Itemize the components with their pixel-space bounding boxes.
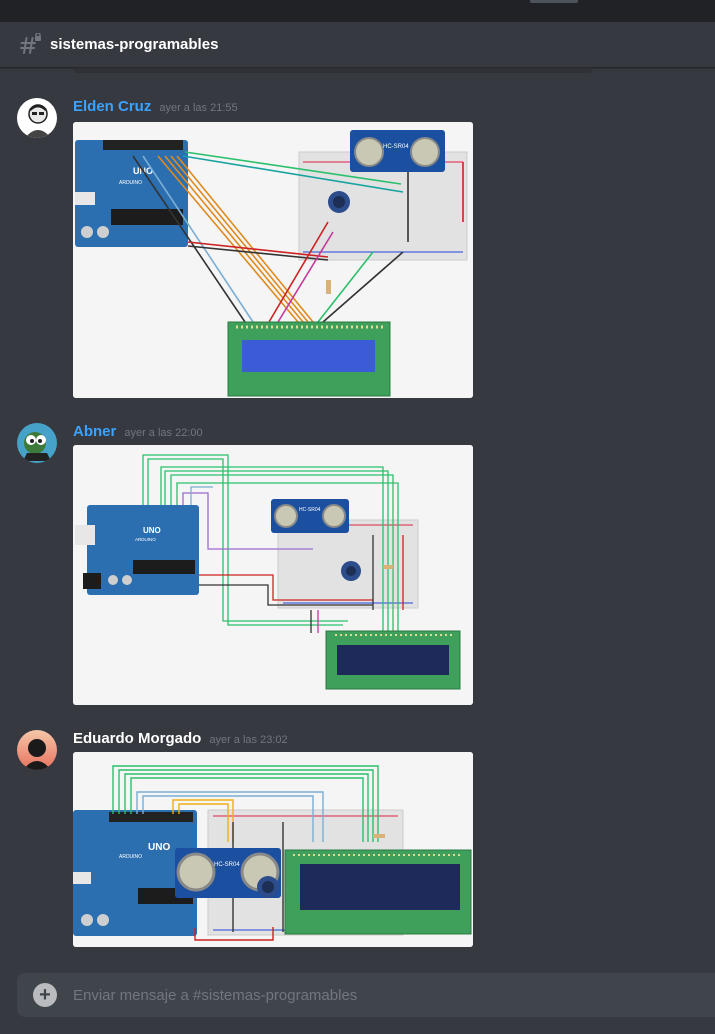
board-brand-label: ARDUINO [135,537,156,542]
lcd-display [227,321,391,397]
sensor-label: HC-SR04 [383,144,409,150]
board-brand-label: ARDUINO [119,180,142,186]
titlebar-handle [530,0,578,3]
message-input[interactable] [73,986,715,1004]
timestamp[interactable]: ayer a las 21:55 [159,102,237,114]
circuit-image: UNO ARDUINO HC-SR04 [73,752,473,947]
channel-lock-hash-icon [20,32,41,54]
username[interactable]: Elden Cruz [73,98,151,115]
circuit-image: UNO ARDUINO HC-SR04 [73,122,473,398]
board-brand-label: ARDUINO [119,854,142,860]
channel-header: sistemas-programables [0,22,715,68]
avatar-image [17,730,57,770]
sensor-label: HC-SR04 [299,507,321,513]
plus-icon: + [39,984,51,1006]
message-2: Abner ayer a las 22:00 UNO ARDUINO HC-SR… [0,423,715,705]
board-model-label: UNO [148,842,170,853]
avatar[interactable] [17,730,57,770]
lcd-display [284,849,472,935]
timestamp[interactable]: ayer a las 23:02 [209,734,287,746]
username[interactable]: Abner [73,423,116,440]
message-meta: Eduardo Morgado ayer a las 23:02 [73,730,288,747]
message-composer: + [17,973,715,1017]
lcd-display [325,630,461,690]
arduino-board: UNO ARDUINO [75,505,199,595]
ultrasonic-sensor: HC-SR04 [271,499,349,533]
username[interactable]: Eduardo Morgado [73,730,201,747]
image-attachment[interactable]: UNO ARDUINO HC-SR04 [73,122,473,398]
timestamp[interactable]: ayer a las 22:00 [124,427,202,439]
ultrasonic-sensor: HC-SR04 [350,130,445,172]
message-1: Elden Cruz ayer a las 21:55 UNO ARDUINO [0,98,715,398]
image-attachment[interactable]: UNO ARDUINO HC-SR04 [73,752,473,947]
channel-name: sistemas-programables [50,36,219,53]
message-meta: Elden Cruz ayer a las 21:55 [73,98,238,115]
message-3: Eduardo Morgado ayer a las 23:02 UNO ARD… [0,730,715,947]
avatar[interactable] [17,423,57,463]
message-meta: Abner ayer a las 22:00 [73,423,203,440]
board-model-label: UNO [143,526,161,535]
circuit-image: UNO ARDUINO HC-SR04 [73,445,473,705]
add-attachment-button[interactable]: + [33,983,57,1007]
avatar-image [17,423,57,463]
previous-message-embed-edge [73,68,593,73]
window-titlebar [0,0,715,22]
avatar[interactable] [17,98,57,138]
sensor-label: HC-SR04 [214,862,240,868]
image-attachment[interactable]: UNO ARDUINO HC-SR04 [73,445,473,705]
avatar-image [17,98,57,138]
